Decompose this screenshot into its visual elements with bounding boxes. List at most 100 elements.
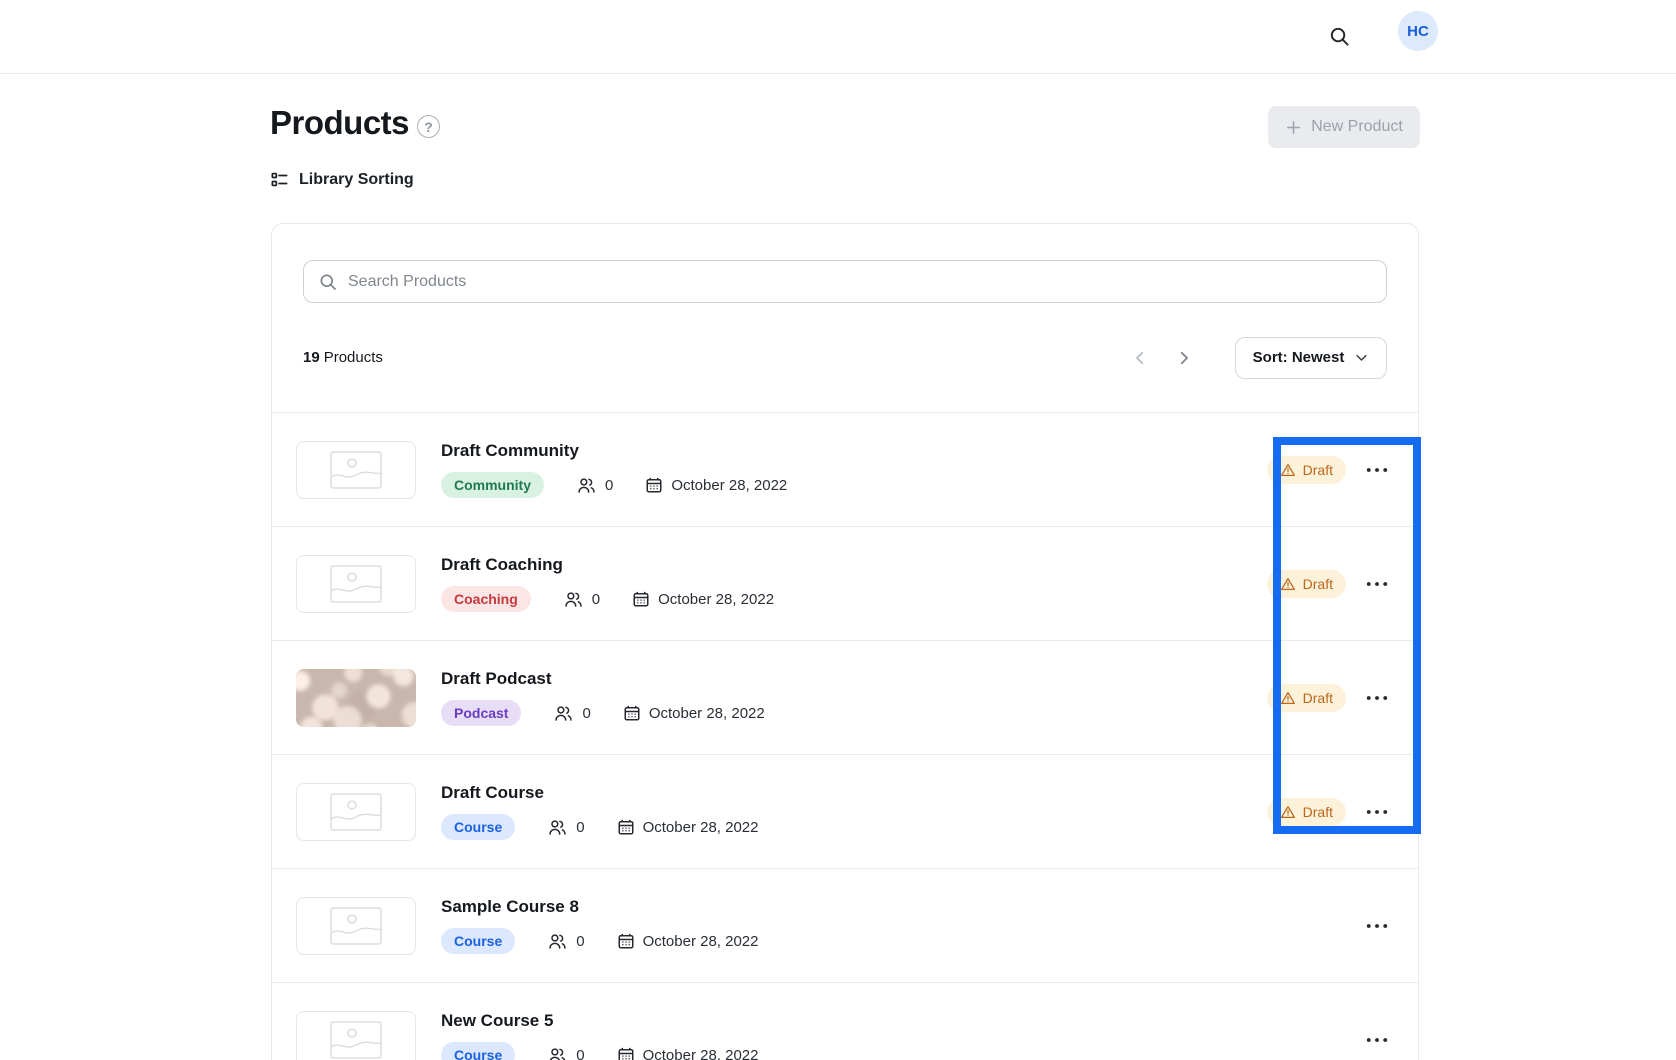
created-date: October 28, 2022 bbox=[617, 1046, 759, 1060]
product-meta: Coaching 0 October bbox=[441, 586, 774, 612]
row-menu-button[interactable] bbox=[1360, 917, 1394, 935]
image-placeholder-icon bbox=[330, 907, 382, 945]
members-icon bbox=[547, 1045, 568, 1060]
calendar-icon bbox=[645, 476, 663, 494]
search-icon[interactable] bbox=[1320, 17, 1358, 55]
image-placeholder-icon bbox=[330, 1021, 382, 1059]
ellipsis-icon bbox=[1366, 1037, 1388, 1043]
row-menu-button[interactable] bbox=[1360, 575, 1394, 593]
date-value: October 28, 2022 bbox=[658, 591, 774, 608]
row-actions bbox=[1360, 917, 1394, 935]
product-thumbnail bbox=[296, 1011, 416, 1060]
draft-label: Draft bbox=[1303, 690, 1333, 706]
members-count: 0 bbox=[547, 1045, 584, 1060]
image-placeholder-icon bbox=[330, 565, 382, 603]
members-value: 0 bbox=[605, 477, 613, 494]
library-sorting-label: Library Sorting bbox=[299, 171, 414, 189]
product-meta: Community 0 Octobe bbox=[441, 472, 787, 498]
library-sorting-icon bbox=[270, 170, 289, 189]
row-menu-button[interactable] bbox=[1360, 461, 1394, 479]
row-actions: Draft bbox=[1267, 684, 1394, 712]
date-value: October 28, 2022 bbox=[649, 705, 765, 722]
members-count: 0 bbox=[547, 817, 584, 838]
help-icon[interactable]: ? bbox=[417, 115, 440, 138]
sort-dropdown[interactable]: Sort: Newest bbox=[1235, 337, 1387, 379]
calendar-icon bbox=[617, 932, 635, 950]
avatar[interactable]: HC bbox=[1398, 11, 1438, 51]
created-date: October 28, 2022 bbox=[632, 590, 774, 608]
row-actions: Draft bbox=[1267, 456, 1394, 484]
row-menu-button[interactable] bbox=[1360, 689, 1394, 707]
product-thumbnail bbox=[296, 669, 416, 727]
image-placeholder-icon bbox=[330, 793, 382, 831]
product-row[interactable]: Draft Coaching Coaching 0 bbox=[272, 526, 1418, 640]
ellipsis-icon bbox=[1366, 809, 1388, 815]
category-badge: Coaching bbox=[441, 586, 531, 612]
plus-icon bbox=[1285, 119, 1302, 136]
chevron-right-icon[interactable] bbox=[1165, 339, 1203, 377]
members-icon bbox=[547, 817, 568, 838]
product-thumbnail bbox=[296, 555, 416, 613]
members-icon bbox=[576, 475, 597, 496]
product-title[interactable]: Draft Podcast bbox=[441, 669, 765, 689]
draft-label: Draft bbox=[1303, 462, 1333, 478]
members-value: 0 bbox=[576, 933, 584, 950]
calendar-icon bbox=[632, 590, 650, 608]
row-actions bbox=[1360, 1031, 1394, 1049]
products-count-number: 19 bbox=[303, 349, 320, 366]
row-actions: Draft bbox=[1267, 798, 1394, 826]
image-placeholder-icon bbox=[330, 451, 382, 489]
page: HC Products ? Library Sorting New Produc… bbox=[0, 0, 1676, 1060]
product-row[interactable]: New Course 5 Course 0 bbox=[272, 982, 1418, 1060]
product-meta: Course 0 October 2 bbox=[441, 928, 759, 954]
search-input[interactable] bbox=[303, 260, 1387, 303]
products-panel: 19Products Sort: Newest bbox=[271, 223, 1419, 1060]
calendar-icon bbox=[623, 704, 641, 722]
members-count: 0 bbox=[576, 475, 613, 496]
category-badge: Community bbox=[441, 472, 544, 498]
products-count: 19Products bbox=[303, 349, 383, 366]
product-row[interactable]: Draft Community Community 0 bbox=[272, 412, 1418, 526]
avatar-initials: HC bbox=[1407, 23, 1429, 40]
product-row[interactable]: Draft Podcast Podcast 0 bbox=[272, 640, 1418, 754]
row-menu-button[interactable] bbox=[1360, 803, 1394, 821]
product-meta: Podcast 0 October bbox=[441, 700, 765, 726]
product-row[interactable]: Draft Course Course 0 bbox=[272, 754, 1418, 868]
ellipsis-icon bbox=[1366, 923, 1388, 929]
sort-label: Sort: Newest bbox=[1253, 349, 1345, 366]
category-badge: Course bbox=[441, 1042, 515, 1060]
category-badge: Podcast bbox=[441, 700, 521, 726]
members-count: 0 bbox=[553, 703, 590, 724]
library-sorting-link[interactable]: Library Sorting bbox=[270, 170, 414, 189]
ellipsis-icon bbox=[1366, 581, 1388, 587]
row-actions: Draft bbox=[1267, 570, 1394, 598]
product-title[interactable]: New Course 5 bbox=[441, 1011, 759, 1031]
product-row[interactable]: Sample Course 8 Course 0 bbox=[272, 868, 1418, 982]
row-menu-button[interactable] bbox=[1360, 1031, 1394, 1049]
warning-icon bbox=[1280, 576, 1296, 592]
created-date: October 28, 2022 bbox=[623, 704, 765, 722]
product-title[interactable]: Draft Coaching bbox=[441, 555, 774, 575]
top-bar: HC bbox=[0, 0, 1676, 74]
draft-label: Draft bbox=[1303, 576, 1333, 592]
date-value: October 28, 2022 bbox=[643, 933, 759, 950]
members-value: 0 bbox=[582, 705, 590, 722]
count-row: 19Products Sort: Newest bbox=[303, 303, 1387, 412]
chevron-down-icon bbox=[1354, 350, 1369, 365]
category-badge: Course bbox=[441, 928, 515, 954]
chevron-left-icon[interactable] bbox=[1121, 339, 1159, 377]
members-value: 0 bbox=[576, 819, 584, 836]
new-product-button[interactable]: New Product bbox=[1268, 106, 1420, 148]
search-bar bbox=[303, 260, 1387, 303]
product-thumbnail bbox=[296, 783, 416, 841]
product-title[interactable]: Sample Course 8 bbox=[441, 897, 759, 917]
date-value: October 28, 2022 bbox=[643, 819, 759, 836]
page-title: Products bbox=[270, 104, 409, 142]
product-title[interactable]: Draft Course bbox=[441, 783, 759, 803]
members-count: 0 bbox=[563, 589, 600, 610]
warning-icon bbox=[1280, 690, 1296, 706]
product-thumbnail bbox=[296, 897, 416, 955]
date-value: October 28, 2022 bbox=[643, 1047, 759, 1060]
product-title[interactable]: Draft Community bbox=[441, 441, 787, 461]
product-meta: Course 0 October 2 bbox=[441, 1042, 759, 1060]
